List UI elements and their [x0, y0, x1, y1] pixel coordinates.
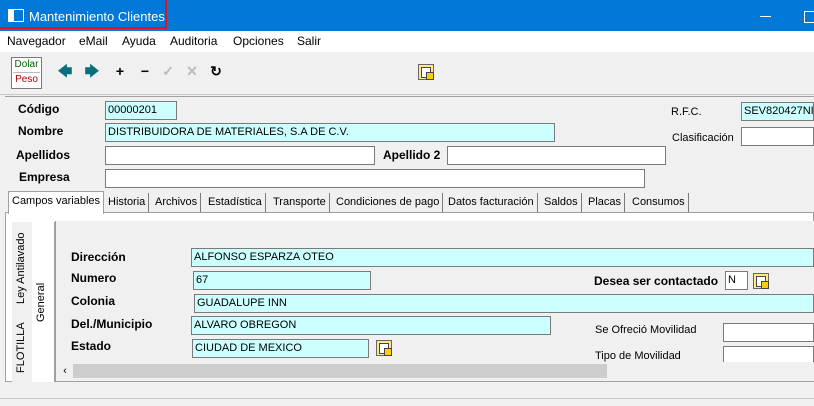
- side-tab-general[interactable]: General: [35, 282, 47, 322]
- numero-field[interactable]: 67: [193, 271, 371, 290]
- direccion-field[interactable]: ALFONSO ESPARZA OTEO: [191, 248, 814, 267]
- refresh-icon[interactable]: ↻: [208, 63, 224, 79]
- app-window-icon: [8, 9, 24, 22]
- nombre-label: Nombre: [18, 124, 64, 138]
- apellidos-label: Apellidos: [16, 148, 71, 162]
- side-tab-ley-antilavado[interactable]: Ley Antilavado: [15, 228, 27, 308]
- menu-email[interactable]: eMail: [79, 34, 108, 48]
- contactado-lookup-icon[interactable]: [753, 273, 769, 289]
- tab-estadistica[interactable]: Estadística: [205, 193, 266, 212]
- cancel-icon[interactable]: ✕: [184, 63, 200, 79]
- colonia-field[interactable]: GUADALUPE INN: [194, 294, 814, 313]
- side-tab-flotilla[interactable]: FLOTILLA: [15, 318, 27, 378]
- rfc-field[interactable]: SEV820427NI4: [741, 102, 814, 121]
- numero-label: Numero: [71, 271, 117, 285]
- window-title: Mantenimiento Clientes: [29, 9, 165, 24]
- colonia-label: Colonia: [71, 294, 115, 308]
- minus-icon[interactable]: −: [137, 63, 153, 79]
- empresa-field[interactable]: [105, 169, 645, 188]
- tab-campos-variables[interactable]: Campos variables: [8, 191, 105, 214]
- empresa-label: Empresa: [19, 170, 70, 184]
- apellidos-field[interactable]: [105, 146, 375, 165]
- codigo-field[interactable]: 00000201: [105, 101, 177, 120]
- ofrecio-label: Se Ofreció Movilidad: [595, 324, 697, 336]
- tab-condiciones-pago[interactable]: Condiciones de pago: [333, 193, 444, 212]
- delmun-field[interactable]: ALVARO OBREGON: [191, 316, 551, 335]
- scroll-left-icon[interactable]: ‹: [59, 363, 71, 379]
- contactado-field[interactable]: N: [725, 271, 748, 290]
- menu-ayuda[interactable]: Ayuda: [122, 34, 156, 48]
- rfc-label: R.F.C.: [671, 106, 702, 118]
- tab-archivos[interactable]: Archivos: [152, 193, 202, 212]
- plus-icon[interactable]: +: [112, 63, 128, 79]
- tab-saldos[interactable]: Saldos: [541, 193, 582, 212]
- dolar-button[interactable]: Dolar: [13, 59, 40, 73]
- direccion-label: Dirección: [71, 250, 126, 264]
- estado-field[interactable]: CIUDAD DE MEXICO: [192, 339, 369, 358]
- currency-toggle: Dolar Peso: [11, 57, 42, 89]
- menu-opciones[interactable]: Opciones: [233, 34, 284, 48]
- tab-transporte[interactable]: Transporte: [270, 193, 330, 212]
- clasificacion-label: Clasificación: [672, 132, 734, 144]
- scrollbar-thumb[interactable]: [73, 364, 607, 378]
- minimize-button[interactable]: [757, 6, 777, 26]
- nombre-field[interactable]: DISTRIBUIDORA DE MATERIALES, S.A DE C.V.: [105, 123, 555, 142]
- tipo-movilidad-label: Tipo de Movilidad: [595, 350, 681, 362]
- peso-button[interactable]: Peso: [13, 74, 40, 87]
- check-icon[interactable]: ✓: [160, 63, 176, 79]
- tab-consumos[interactable]: Consumos: [629, 193, 689, 212]
- ofrecio-field[interactable]: [723, 323, 814, 342]
- menu-auditoria[interactable]: Auditoria: [170, 34, 217, 48]
- estado-label: Estado: [71, 339, 112, 353]
- menu-navegador[interactable]: Navegador: [7, 34, 66, 48]
- menu-bar: Navegador eMail Ayuda Auditoria Opciones…: [0, 31, 814, 53]
- clasificacion-field[interactable]: [741, 127, 814, 146]
- apellido2-label: Apellido 2: [383, 148, 441, 162]
- menu-salir[interactable]: Salir: [297, 34, 321, 48]
- right-arrow-icon[interactable]: 🡆: [84, 63, 100, 79]
- tab-historia[interactable]: Historia: [105, 193, 150, 212]
- left-arrow-icon[interactable]: 🡄: [57, 63, 73, 79]
- tab-datos-facturacion[interactable]: Datos facturación: [445, 193, 538, 212]
- tab-placas[interactable]: Placas: [585, 193, 626, 212]
- maximize-button[interactable]: [800, 6, 814, 26]
- report-icon[interactable]: [418, 64, 434, 80]
- delmun-label: Del./Municipio: [71, 317, 153, 331]
- apellido2-field[interactable]: [447, 146, 666, 165]
- codigo-label: Código: [18, 102, 60, 116]
- contactado-label: Desea ser contactado: [594, 274, 719, 288]
- estado-lookup-icon[interactable]: [376, 340, 392, 356]
